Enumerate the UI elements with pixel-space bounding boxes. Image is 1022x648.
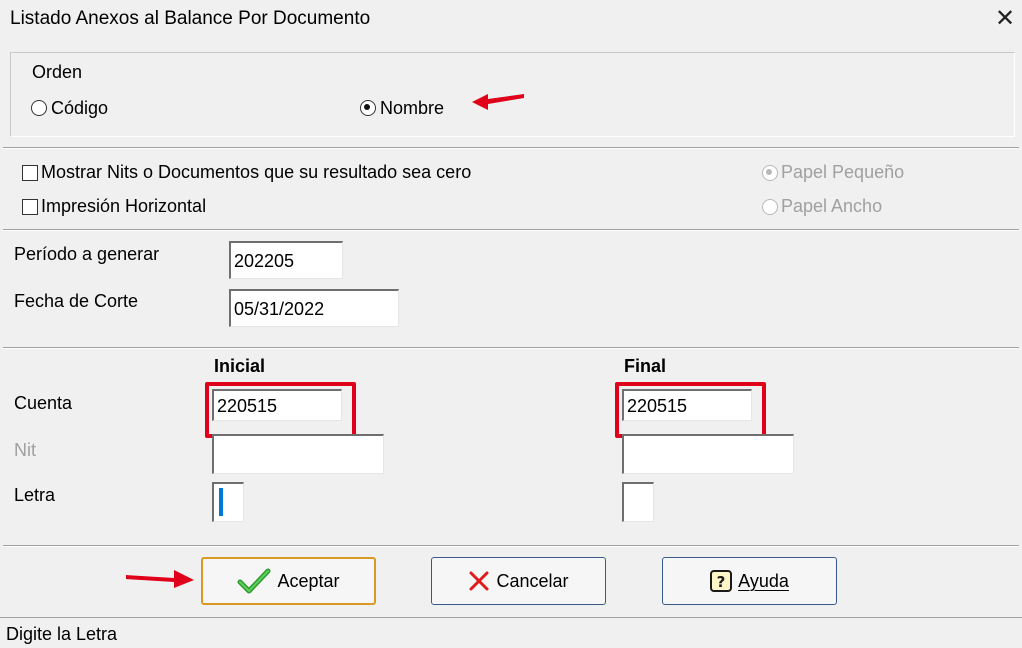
letra-label: Letra xyxy=(14,485,56,505)
status-bar xyxy=(0,617,1022,648)
help-icon: ? xyxy=(710,570,733,592)
x-icon xyxy=(469,571,489,591)
radio-papel-pequeno-label: Papel Pequeño xyxy=(781,162,905,182)
radio-codigo-label: Código xyxy=(51,97,109,118)
window-title: Listado Anexos al Balance Por Documento xyxy=(10,8,371,29)
aceptar-label: Aceptar xyxy=(277,570,340,591)
cancelar-label: Cancelar xyxy=(496,570,569,591)
cancelar-button[interactable]: Cancelar xyxy=(431,557,606,605)
radio-codigo[interactable]: Código xyxy=(31,98,108,118)
cuenta-final-input[interactable]: 220515 xyxy=(622,389,752,421)
radio-nombre-indicator[interactable] xyxy=(360,100,376,116)
letra-final-input[interactable] xyxy=(622,482,654,522)
radio-nombre-label: Nombre xyxy=(380,97,445,118)
annotation-arrow-aceptar xyxy=(126,570,194,588)
checkbox-impresion-horizontal[interactable]: Impresión Horizontal xyxy=(22,196,206,217)
checkbox-mostrar-nits-label: Mostrar Nits o Documentos que su resulta… xyxy=(41,162,472,182)
periodo-label: Período a generar xyxy=(14,244,160,264)
inicial-header: Inicial xyxy=(214,356,266,376)
cuenta-inicial-input[interactable]: 220515 xyxy=(212,389,342,421)
fecha-corte-label: Fecha de Corte xyxy=(14,291,139,311)
radio-codigo-indicator[interactable] xyxy=(31,100,47,116)
final-header: Final xyxy=(624,356,667,376)
divider xyxy=(3,230,1019,231)
radio-nombre[interactable]: Nombre xyxy=(360,98,444,118)
annotation-arrow-nombre xyxy=(472,94,524,110)
checkbox-mostrar-nits[interactable]: Mostrar Nits o Documentos que su resulta… xyxy=(22,162,471,183)
nit-final-input[interactable] xyxy=(622,434,794,474)
periodo-input[interactable]: 202205 xyxy=(229,241,343,279)
cuenta-label: Cuenta xyxy=(14,393,73,413)
fecha-corte-input[interactable]: 05/31/2022 xyxy=(229,289,399,327)
radio-papel-ancho-indicator[interactable] xyxy=(762,198,778,215)
aceptar-button[interactable]: Aceptar xyxy=(201,557,376,605)
radio-papel-pequeno[interactable]: Papel Pequeño xyxy=(762,162,904,183)
radio-papel-ancho-label: Papel Ancho xyxy=(781,196,883,216)
checkbox-impresion-horizontal-label: Impresión Horizontal xyxy=(41,196,207,216)
orden-legend: Orden xyxy=(32,62,83,82)
divider xyxy=(3,348,1019,349)
checkbox-mostrar-nits-box[interactable] xyxy=(22,164,38,181)
close-icon[interactable]: ✕ xyxy=(992,4,1018,34)
ayuda-button[interactable]: ? Ayuda xyxy=(662,557,837,605)
ayuda-label: Ayuda xyxy=(738,570,789,591)
text-cursor xyxy=(219,488,223,516)
checkbox-impresion-horizontal-box[interactable] xyxy=(22,198,38,215)
nit-label: Nit xyxy=(14,440,36,460)
divider xyxy=(3,546,1019,547)
svg-text:?: ? xyxy=(717,573,726,591)
nit-inicial-input[interactable] xyxy=(212,434,384,474)
check-icon xyxy=(237,568,271,594)
status-text: Digite la Letra xyxy=(6,624,118,644)
radio-papel-pequeno-indicator[interactable] xyxy=(762,164,778,181)
divider xyxy=(3,148,1019,149)
letra-inicial-input[interactable] xyxy=(212,482,244,522)
radio-papel-ancho[interactable]: Papel Ancho xyxy=(762,196,882,217)
